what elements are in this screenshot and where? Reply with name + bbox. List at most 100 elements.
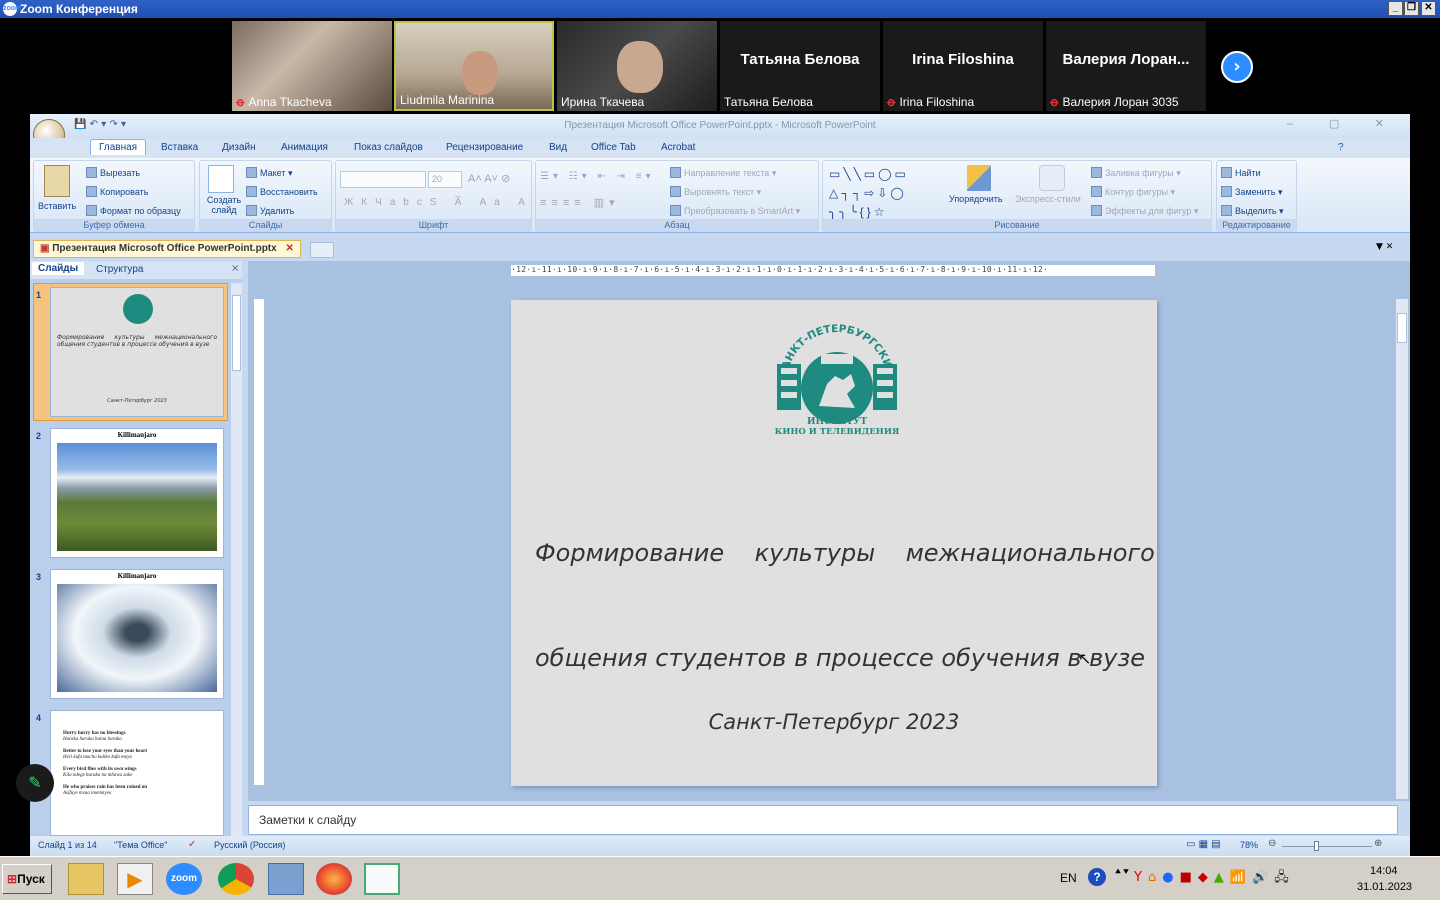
zoom-app-icon[interactable]: zoom [166, 863, 202, 895]
replace-icon [1221, 186, 1232, 197]
slide-thumbnail-2[interactable]: 2 Killimanjaro [36, 428, 224, 558]
chrome-icon[interactable] [218, 863, 254, 895]
app-window-icon[interactable] [364, 863, 400, 895]
document-tab[interactable]: ▣ Презентация Microsoft Office PowerPoin… [33, 240, 301, 258]
ppt-window-controls[interactable]: ‒ ▢ ✕ [1286, 117, 1400, 130]
participant-video [617, 41, 663, 93]
tab-animation[interactable]: Анимация [281, 142, 328, 153]
shape-effects-button[interactable]: Эффекты для фигур ▾ [1091, 205, 1198, 217]
participant-tile[interactable]: Irina Filoshina ꝋ Irina Filoshina [883, 21, 1043, 111]
format-painter-button[interactable]: Формат по образцу [86, 205, 181, 216]
text-direction-button[interactable]: Направление текста ▾ [670, 167, 776, 179]
quick-styles-icon [1039, 165, 1065, 191]
shapes-gallery[interactable]: ▭╲╲▭◯▭ △┐┐⇨⇩◯ ╮╮╰{}☆ [829, 165, 947, 222]
participant-tile[interactable]: Валерия Лоран... ꝋ Валерия Лоран 3035 [1046, 21, 1206, 111]
text-direction-icon [670, 167, 681, 178]
help-tray-icon[interactable]: ? [1088, 868, 1106, 886]
participant-tile[interactable]: Ирина Ткачева [557, 21, 717, 111]
reset-button[interactable]: Восстановить [246, 186, 318, 197]
tray-expand-icon[interactable]: ⯅⯆ [1114, 867, 1130, 878]
tab-acrobat[interactable]: Acrobat [661, 142, 695, 153]
muted-mic-icon: ꝋ [1050, 95, 1059, 109]
file-explorer-icon[interactable] [68, 863, 104, 895]
slide-counter: Слайд 1 из 14 [38, 840, 97, 850]
chevron-right-icon[interactable]: › [1221, 51, 1253, 83]
delete-slide-button[interactable]: Удалить [246, 205, 294, 216]
media-player-icon[interactable]: ▶ [117, 863, 153, 895]
participant-name: Liudmila Marinina [400, 93, 495, 107]
control-panel-icon[interactable] [268, 863, 304, 895]
minimize-button[interactable]: _ [1388, 1, 1403, 16]
input-language[interactable]: EN [1060, 871, 1077, 885]
close-tab-icon[interactable]: ✕ [285, 243, 293, 254]
restore-button[interactable]: ❐ [1404, 1, 1419, 16]
panel-tabs: Слайды Структура × [30, 261, 242, 279]
font-format-buttons[interactable]: ЖКЧabcS A̅ Aa A [344, 197, 533, 208]
participant-name: Anna Tkacheva [248, 95, 332, 109]
tab-home[interactable]: Главная [90, 139, 147, 155]
shape-fill-button[interactable]: Заливка фигуры ▾ [1091, 167, 1181, 179]
tab-insert[interactable]: Вставка [161, 142, 198, 153]
logo-thumbnail [123, 294, 153, 324]
slide-title[interactable]: Формирование культуры межнационального о… [535, 466, 1155, 746]
zoom-level[interactable]: 78% [1240, 840, 1258, 850]
font-grow-shrink-icons[interactable]: A˄ A˅ ⊘ [468, 172, 510, 185]
start-button[interactable]: ⊞Пуск [2, 864, 52, 894]
layout-button[interactable]: Макет ▾ [246, 167, 293, 179]
quick-access-toolbar[interactable]: 💾 ↶ ▾ ↷ ▾ [74, 119, 154, 132]
participant-tile[interactable]: Татьяна Белова Татьяна Белова [720, 21, 880, 111]
tab-list-icon[interactable]: ▼ ✕ [1376, 242, 1393, 252]
participant-tile[interactable]: ꝋ Anna Tkacheva [232, 21, 392, 111]
slide-footer-text[interactable]: Санкт-Петербург 2023 [511, 710, 1157, 734]
pen-icon[interactable]: ✎ [16, 764, 54, 802]
participant-name: Татьяна Белова [724, 95, 813, 109]
tray-icons[interactable]: Y⌂●■◆▲📶🔊🖧 [1134, 868, 1295, 890]
tab-outline[interactable]: Структура [96, 264, 143, 275]
font-size-combobox[interactable]: 20 [428, 171, 462, 188]
new-slide-button[interactable]: Создать слайд [204, 195, 244, 215]
language-indicator[interactable]: Русский (Россия) [214, 840, 285, 850]
tab-review[interactable]: Рецензирование [446, 142, 523, 153]
new-tab-button[interactable] [310, 242, 334, 258]
font-name-combobox[interactable] [340, 171, 426, 188]
align-buttons[interactable]: ≡≡≡≡ ▥▾ [540, 196, 620, 209]
slides-panel: Слайды Структура × 1 Формирование культу… [16, 261, 242, 836]
slide-thumbnail-3[interactable]: 3 Killimanjaro [36, 569, 224, 699]
ribbon: Вставить Вырезать Копировать Формат по о… [30, 158, 1410, 233]
view-buttons[interactable]: ▭ ▦ ▤ [1186, 839, 1221, 850]
close-button[interactable]: ✕ [1421, 1, 1436, 16]
list-buttons[interactable]: ☰▾ ☷▾ ⇤ ⇥ ≡▾ [540, 171, 655, 182]
group-label: Абзац [536, 219, 818, 231]
participant-tile-active-speaker[interactable]: Liudmila Marinina [394, 21, 554, 111]
tab-slides[interactable]: Слайды [32, 262, 85, 275]
close-panel-icon[interactable]: × [231, 263, 239, 274]
find-button[interactable]: Найти [1221, 167, 1261, 178]
panel-scrollbar[interactable] [231, 283, 242, 836]
copy-button[interactable]: Копировать [86, 186, 148, 197]
spellcheck-icon[interactable]: ✓ [188, 839, 196, 850]
cut-button[interactable]: Вырезать [86, 167, 140, 178]
tab-slideshow[interactable]: Показ слайдов [354, 142, 423, 153]
theme-name: "Тема Office" [114, 840, 168, 850]
smartart-button[interactable]: Преобразовать в SmartArt ▾ [670, 205, 800, 217]
slide-thumbnail-1[interactable]: 1 Формирование культуры межнационального… [36, 287, 224, 417]
participant-video [462, 51, 498, 95]
tab-design[interactable]: Дизайн [222, 142, 256, 153]
notes-pane[interactable]: Заметки к слайду [248, 805, 1398, 835]
tab-view[interactable]: Вид [549, 142, 567, 153]
slide-thumbnail-4[interactable]: 4 Hurry hurry has no blessings Haraka ha… [36, 710, 224, 836]
editor-scrollbar[interactable] [1396, 299, 1408, 799]
paste-button[interactable]: Вставить [38, 201, 76, 211]
quick-styles-button[interactable]: Экспресс-стили [1015, 194, 1081, 204]
arrange-button[interactable]: Упорядочить [949, 194, 1003, 204]
current-slide[interactable]: САНКТ-ПЕТЕРБУРГСКИЙ ГОСУДАРСТВЕННЫЙ ИНСТ… [511, 300, 1157, 786]
zoom-slider[interactable]: ⊖ ⊕ [1268, 838, 1388, 852]
replace-button[interactable]: Заменить ▾ [1221, 186, 1282, 198]
zoom-window-title: Zoom Конференция [20, 2, 138, 16]
align-text-button[interactable]: Выровнять текст ▾ [670, 186, 761, 198]
firefox-icon[interactable] [316, 863, 352, 895]
shape-outline-button[interactable]: Контур фигуры ▾ [1091, 186, 1175, 198]
select-button[interactable]: Выделить ▾ [1221, 205, 1284, 217]
help-icon[interactable]: ? [1338, 142, 1344, 153]
tab-office-tab[interactable]: Office Tab [591, 142, 636, 153]
